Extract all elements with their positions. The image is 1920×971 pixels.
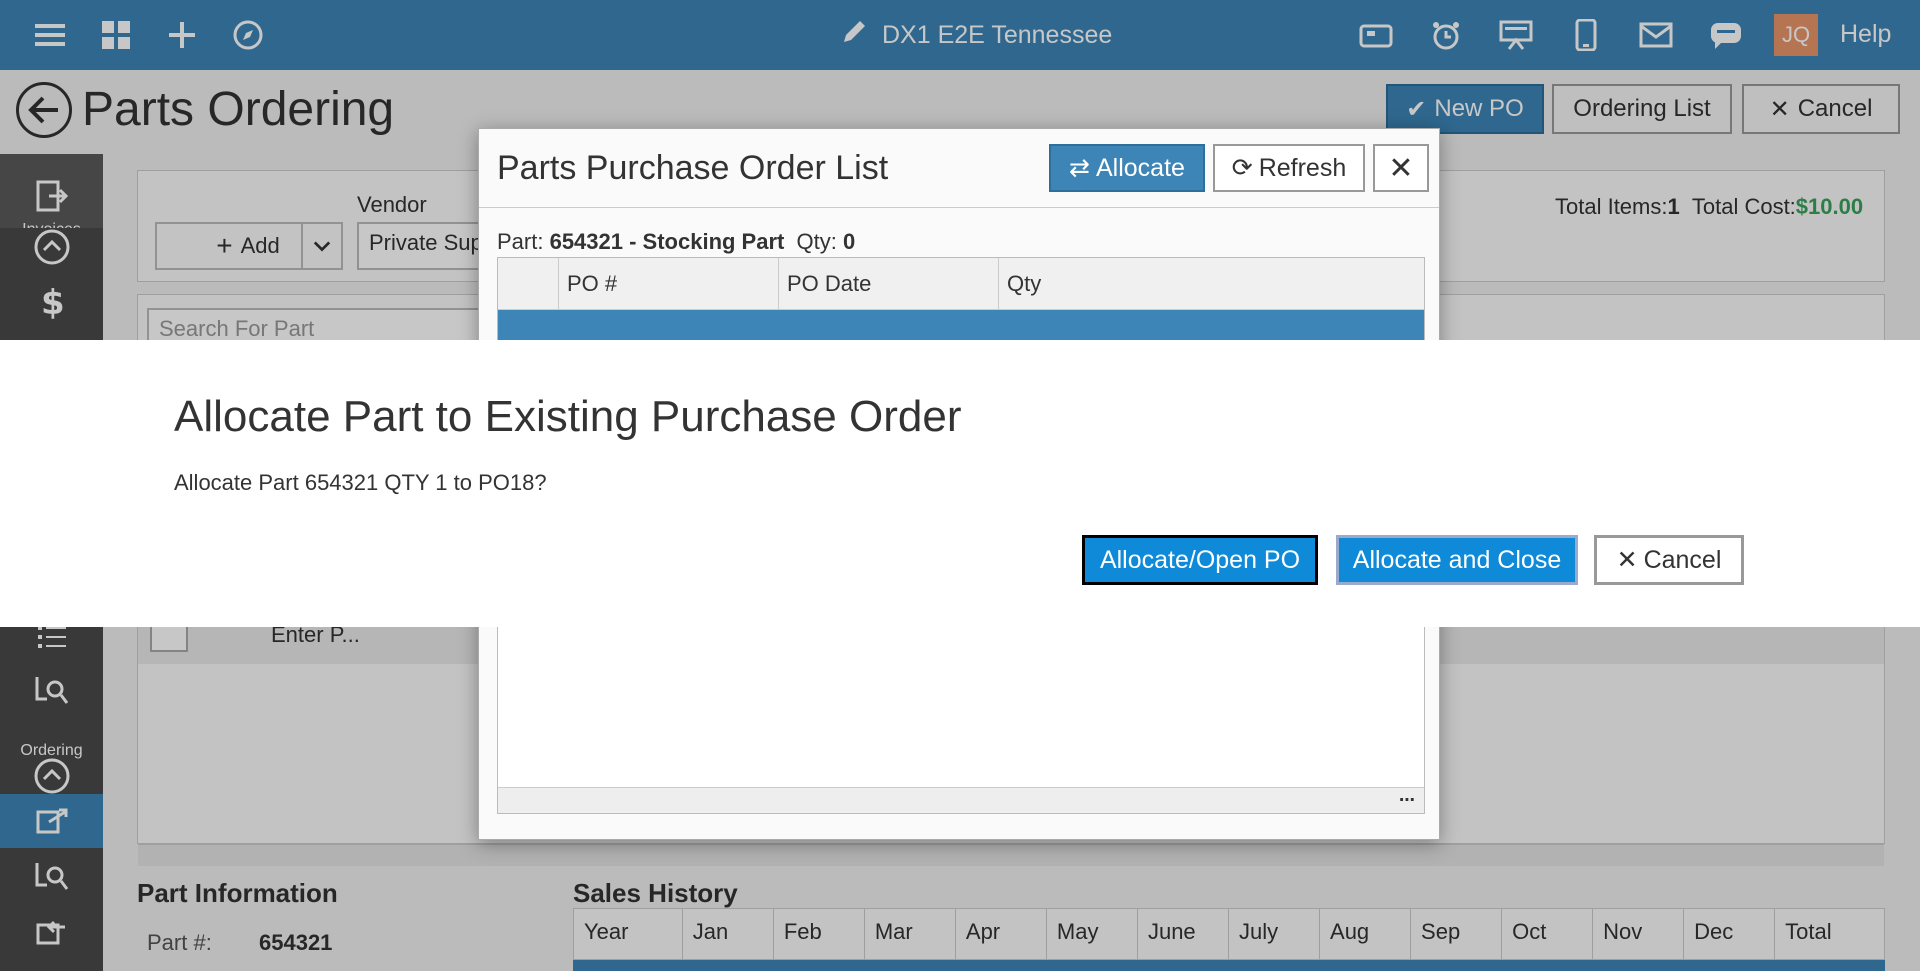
shuffle-icon: ⇄	[1069, 154, 1090, 182]
close-dialog-button[interactable]: ✕	[1373, 144, 1429, 192]
allocate-and-close-label: Allocate and Close	[1352, 545, 1562, 574]
divider	[479, 207, 1439, 208]
more-options-icon[interactable]: ⋯	[1392, 790, 1422, 810]
po-part-info: Part: 654321 - Stocking Part Qty: 0	[497, 229, 855, 255]
po-col-po-date[interactable]: PO Date	[778, 258, 998, 310]
allocate-label: Allocate	[1096, 153, 1185, 182]
allocate-and-close-button[interactable]: Allocate and Close	[1336, 535, 1578, 585]
refresh-button[interactable]: ⟳ Refresh	[1213, 144, 1365, 192]
part-prefix: Part:	[497, 229, 550, 254]
allocate-open-po-button[interactable]: Allocate/Open PO	[1082, 535, 1318, 585]
po-grid-scrollbar[interactable]: ⋯	[498, 787, 1424, 813]
close-icon: ✕	[1388, 151, 1414, 185]
po-grid-header: PO # PO Date Qty	[498, 258, 1424, 310]
confirm-title: Allocate Part to Existing Purchase Order	[174, 392, 962, 441]
allocate-confirm-dialog: Allocate Part to Existing Purchase Order…	[0, 340, 1920, 627]
po-col-qty[interactable]: Qty	[998, 258, 1426, 310]
po-col-po-number[interactable]: PO #	[558, 258, 778, 310]
qty-value: 0	[842, 229, 856, 254]
refresh-label: Refresh	[1258, 153, 1347, 182]
po-dialog-title: Parts Purchase Order List	[497, 149, 889, 187]
qty-label: Qty:	[796, 229, 843, 254]
confirm-cancel-button[interactable]: ✕ Cancel	[1594, 535, 1744, 585]
close-icon: ✕	[1616, 546, 1638, 574]
allocate-button[interactable]: ⇄ Allocate	[1049, 144, 1205, 192]
allocate-open-po-label: Allocate/Open PO	[1099, 545, 1301, 574]
refresh-icon: ⟳	[1231, 154, 1253, 182]
confirm-message: Allocate Part 654321 QTY 1 to PO18?	[174, 470, 547, 495]
part-name: 654321 - Stocking Part	[549, 229, 785, 254]
confirm-cancel-label: Cancel	[1643, 545, 1722, 574]
